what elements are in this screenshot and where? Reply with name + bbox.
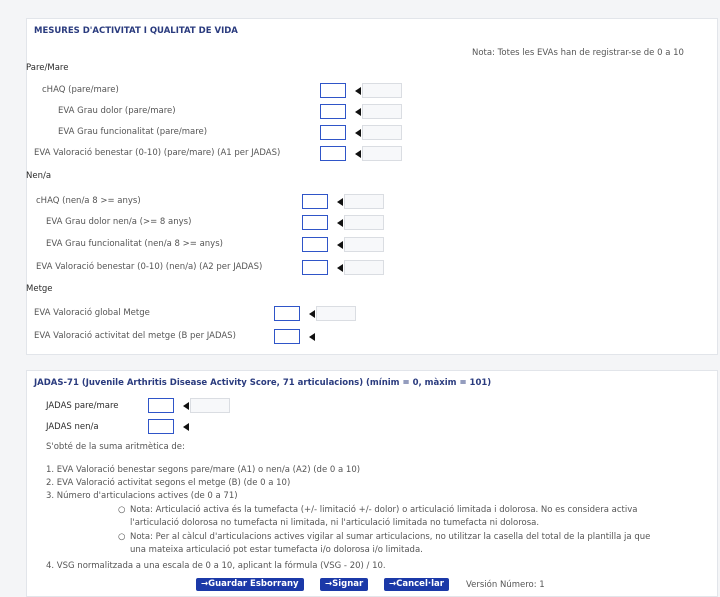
jadas-item-2: 2. EVA Valoració activitat segons el met… xyxy=(46,478,291,488)
parent-wellbeing-label: EVA Valoració benestar (0-10) (pare/mare… xyxy=(34,148,281,158)
jadas-note-1-bullet: ○ xyxy=(118,505,126,515)
parent-chaq-input[interactable] xyxy=(320,83,346,98)
sign-button[interactable]: →Signar xyxy=(320,578,369,591)
parent-chaq-field-extra xyxy=(362,83,402,98)
child-heading: Nen/a xyxy=(26,171,52,181)
child-pain-label: EVA Grau dolor nen/a (>= 8 anys) xyxy=(46,217,192,227)
jadas-item-4: 4. VSG normalitzada a una escala de 0 a … xyxy=(46,561,386,571)
jadas-parent-arrow-icon[interactable] xyxy=(183,402,189,410)
parent-wellbeing-field-extra xyxy=(362,146,402,161)
jadas-note-1b: l'articulació dolorosa no tumefacta ni l… xyxy=(130,518,540,528)
parent-function-field-extra xyxy=(362,125,402,140)
jadas-note-2a: Nota: Per al càlcul d'articulacions acti… xyxy=(130,532,651,542)
jadas-child-input[interactable] xyxy=(148,419,174,434)
parent-pain-arrow-icon[interactable] xyxy=(355,108,361,116)
jadas-item-3: 3. Número d'articulacions actives (de 0 … xyxy=(46,491,238,501)
save-draft-button[interactable]: →Guardar Esborrany xyxy=(196,578,304,591)
jadas-note-2-bullet: ○ xyxy=(118,532,126,542)
doctor-global-arrow-icon[interactable] xyxy=(309,310,315,318)
activity-panel xyxy=(26,18,718,355)
child-chaq-arrow-icon[interactable] xyxy=(337,198,343,206)
child-chaq-label: cHAQ (nen/a 8 >= anys) xyxy=(36,196,141,206)
child-wellbeing-field-extra xyxy=(344,260,384,275)
eva-note: Nota: Totes les EVAs han de registrar-se… xyxy=(472,48,684,58)
jadas-parent-field-extra xyxy=(190,398,230,413)
doctor-activity-arrow-icon[interactable] xyxy=(309,333,315,341)
jadas-note-1a: Nota: Articulació activa és la tumefacta… xyxy=(130,505,638,515)
jadas-parent-input[interactable] xyxy=(148,398,174,413)
parent-heading: Pare/Mare xyxy=(26,63,69,73)
parent-pain-label: EVA Grau dolor (pare/mare) xyxy=(58,106,176,116)
parent-wellbeing-input[interactable] xyxy=(320,146,346,161)
child-chaq-field-extra xyxy=(344,194,384,209)
child-pain-arrow-icon[interactable] xyxy=(337,219,343,227)
parent-function-input[interactable] xyxy=(320,125,346,140)
child-pain-input[interactable] xyxy=(302,215,328,230)
child-wellbeing-arrow-icon[interactable] xyxy=(337,264,343,272)
jadas-sum-intro: S'obté de la suma aritmètica de: xyxy=(46,442,185,452)
parent-function-arrow-icon[interactable] xyxy=(355,129,361,137)
jadas-item-1: 1. EVA Valoració benestar segons pare/ma… xyxy=(46,465,361,475)
jadas-child-label: JADAS nen/a xyxy=(46,422,99,432)
child-function-field-extra xyxy=(344,237,384,252)
child-wellbeing-input[interactable] xyxy=(302,260,328,275)
jadas-note-2b: una mateixa articulació pot estar tumefa… xyxy=(130,545,423,555)
doctor-global-label: EVA Valoració global Metge xyxy=(34,308,150,318)
doctor-global-field-extra xyxy=(316,306,356,321)
doctor-global-input[interactable] xyxy=(274,306,300,321)
parent-chaq-label: cHAQ (pare/mare) xyxy=(42,85,119,95)
child-pain-field-extra xyxy=(344,215,384,230)
version-number: Versión Número: 1 xyxy=(466,580,545,590)
parent-pain-input[interactable] xyxy=(320,104,346,119)
section-title: MESURES D'ACTIVITAT I QUALITAT DE VIDA xyxy=(34,26,238,36)
parent-wellbeing-arrow-icon[interactable] xyxy=(355,150,361,158)
parent-pain-field-extra xyxy=(362,104,402,119)
parent-function-label: EVA Grau funcionalitat (pare/mare) xyxy=(58,127,208,137)
doctor-activity-label: EVA Valoració activitat del metge (B per… xyxy=(34,331,236,341)
child-function-arrow-icon[interactable] xyxy=(337,241,343,249)
doctor-heading: Metge xyxy=(26,284,53,294)
doctor-activity-input[interactable] xyxy=(274,329,300,344)
child-chaq-input[interactable] xyxy=(302,194,328,209)
parent-chaq-arrow-icon[interactable] xyxy=(355,87,361,95)
cancel-button[interactable]: →Cancel·lar xyxy=(384,578,449,591)
jadas-title: JADAS-71 (Juvenile Arthritis Disease Act… xyxy=(34,378,492,388)
child-function-input[interactable] xyxy=(302,237,328,252)
child-function-label: EVA Grau funcionalitat (nen/a 8 >= anys) xyxy=(46,239,223,249)
child-wellbeing-label: EVA Valoració benestar (0-10) (nen/a) (A… xyxy=(36,262,263,272)
jadas-child-arrow-icon[interactable] xyxy=(183,423,189,431)
jadas-parent-label: JADAS pare/mare xyxy=(46,401,119,411)
